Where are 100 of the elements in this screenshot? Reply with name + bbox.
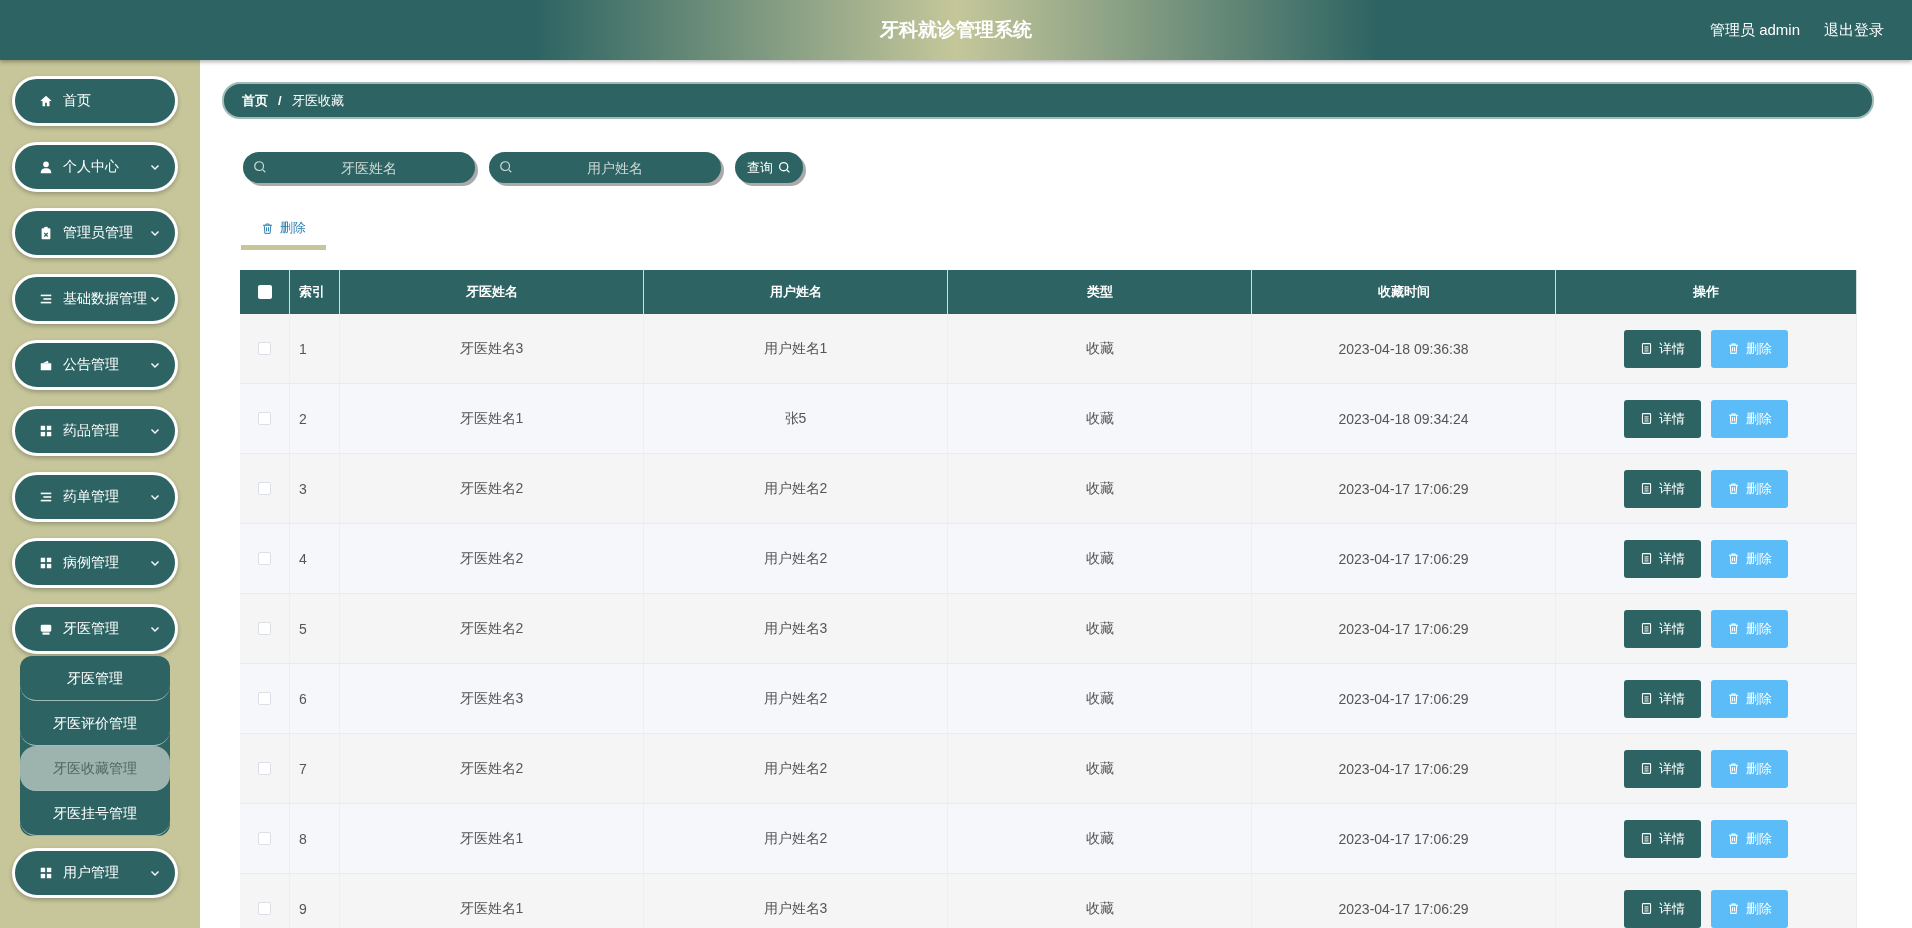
detail-button[interactable]: 详情	[1624, 609, 1701, 648]
sidebar-item[interactable]: 管理员管理	[12, 208, 178, 258]
sidebar-item[interactable]: 基础数据管理	[12, 274, 178, 324]
table-cell: 5	[290, 594, 340, 663]
detail-button[interactable]: 详情	[1624, 679, 1701, 718]
table-cell: 牙医姓名1	[340, 804, 644, 873]
table-cell: 2023-04-18 09:34:24	[1252, 384, 1556, 453]
table-cell: 收藏	[948, 804, 1252, 873]
table-cell: 用户姓名1	[644, 314, 948, 383]
table-cell: 牙医姓名1	[340, 384, 644, 453]
table-cell: 牙医姓名2	[340, 594, 644, 663]
trash-icon	[1727, 622, 1740, 635]
table-cell: 收藏	[948, 734, 1252, 803]
sidebar-item[interactable]: 首页	[12, 76, 178, 126]
row-checkbox[interactable]	[258, 342, 271, 355]
grid-icon	[39, 866, 53, 880]
table-cell: 8	[290, 804, 340, 873]
sidebar-item[interactable]: 个人中心	[12, 142, 178, 192]
document-icon	[1640, 832, 1653, 845]
search-button[interactable]: 查询	[735, 152, 803, 183]
table-cell: 张5	[644, 384, 948, 453]
row-checkbox[interactable]	[258, 482, 271, 495]
detail-button[interactable]: 详情	[1624, 469, 1701, 508]
search-icon	[778, 161, 791, 174]
search-field[interactable]: 用户姓名	[489, 152, 721, 183]
sidebar-item[interactable]: 药单管理	[12, 472, 178, 522]
document-icon	[1640, 412, 1653, 425]
table-cell: 牙医姓名1	[340, 874, 644, 928]
row-checkbox[interactable]	[258, 762, 271, 775]
breadcrumb-current: 牙医收藏	[291, 91, 344, 110]
tray-icon	[39, 622, 53, 636]
sidebar-item[interactable]: 牙医管理	[12, 604, 178, 654]
table-cell: 2023-04-17 17:06:29	[1252, 804, 1556, 873]
detail-button[interactable]: 详情	[1624, 539, 1701, 578]
trash-icon	[1727, 832, 1740, 845]
table-cell: 收藏	[948, 594, 1252, 663]
table-cell: 2	[290, 384, 340, 453]
detail-button[interactable]: 详情	[1624, 399, 1701, 438]
sidebar-item[interactable]: 病例管理	[12, 538, 178, 588]
breadcrumb-separator: /	[278, 93, 282, 108]
home-icon	[39, 94, 53, 108]
document-icon	[1640, 692, 1653, 705]
submenu-item[interactable]: 牙医挂号管理	[20, 791, 170, 836]
table-cell: 用户姓名2	[644, 454, 948, 523]
breadcrumb-link[interactable]: 首页	[242, 91, 268, 110]
document-icon	[1640, 622, 1653, 635]
table-cell: 9	[290, 874, 340, 928]
detail-button[interactable]: 详情	[1624, 889, 1701, 928]
table-cell: 6	[290, 664, 340, 733]
row-checkbox[interactable]	[258, 552, 271, 565]
table-cell: 2023-04-17 17:06:29	[1252, 594, 1556, 663]
trash-icon	[1727, 342, 1740, 355]
table-cell: 2023-04-17 17:06:29	[1252, 524, 1556, 593]
table-cell: 3	[290, 454, 340, 523]
row-checkbox[interactable]	[258, 832, 271, 845]
grid-icon	[39, 424, 53, 438]
search-icon	[253, 160, 267, 174]
logout-link[interactable]: 退出登录	[1824, 20, 1884, 40]
document-icon	[1640, 342, 1653, 355]
document-icon	[1640, 552, 1653, 565]
detail-button[interactable]: 详情	[1624, 329, 1701, 368]
table-cell: 1	[290, 314, 340, 383]
app-title: 牙科就诊管理系统	[880, 18, 1032, 42]
user-label: 管理员 admin	[1709, 20, 1800, 40]
table-cell: 收藏	[948, 384, 1252, 453]
search-field[interactable]: 牙医姓名	[243, 152, 475, 183]
table-cell: 收藏	[948, 454, 1252, 523]
submenu-item[interactable]: 牙医管理	[20, 656, 170, 701]
table-cell: 收藏	[948, 314, 1252, 383]
row-checkbox[interactable]	[258, 412, 271, 425]
delete-tab[interactable]: 删除	[241, 211, 326, 250]
user-icon	[39, 160, 53, 174]
trash-icon	[1727, 902, 1740, 915]
table-cell: 牙医姓名3	[340, 664, 644, 733]
table-cell: 用户姓名2	[644, 734, 948, 803]
row-checkbox[interactable]	[258, 902, 271, 915]
grid-icon	[39, 556, 53, 570]
detail-button[interactable]: 详情	[1624, 819, 1701, 858]
list-icon	[39, 292, 53, 306]
sidebar-item[interactable]: 公告管理	[12, 340, 178, 390]
table-cell: 收藏	[948, 874, 1252, 928]
table-cell: 2023-04-17 17:06:29	[1252, 664, 1556, 733]
select-all-checkbox[interactable]	[257, 285, 272, 299]
table-cell: 4	[290, 524, 340, 593]
table-cell: 2023-04-17 17:06:29	[1252, 734, 1556, 803]
detail-button[interactable]: 详情	[1624, 749, 1701, 788]
document-icon	[1640, 482, 1653, 495]
sidebar-item[interactable]: 药品管理	[12, 406, 178, 456]
table-cell: 用户姓名2	[644, 524, 948, 593]
row-checkbox[interactable]	[258, 622, 271, 635]
trash-icon	[261, 221, 274, 235]
table-cell: 2023-04-17 17:06:29	[1252, 454, 1556, 523]
trash-icon	[1727, 692, 1740, 705]
sidebar-item[interactable]: 用户管理	[12, 848, 178, 898]
table-cell: 2023-04-18 09:36:38	[1252, 314, 1556, 383]
table-cell: 牙医姓名2	[340, 734, 644, 803]
trash-icon	[1727, 412, 1740, 425]
wallet-icon	[39, 358, 53, 372]
document-icon	[1640, 762, 1653, 775]
row-checkbox[interactable]	[258, 692, 271, 705]
